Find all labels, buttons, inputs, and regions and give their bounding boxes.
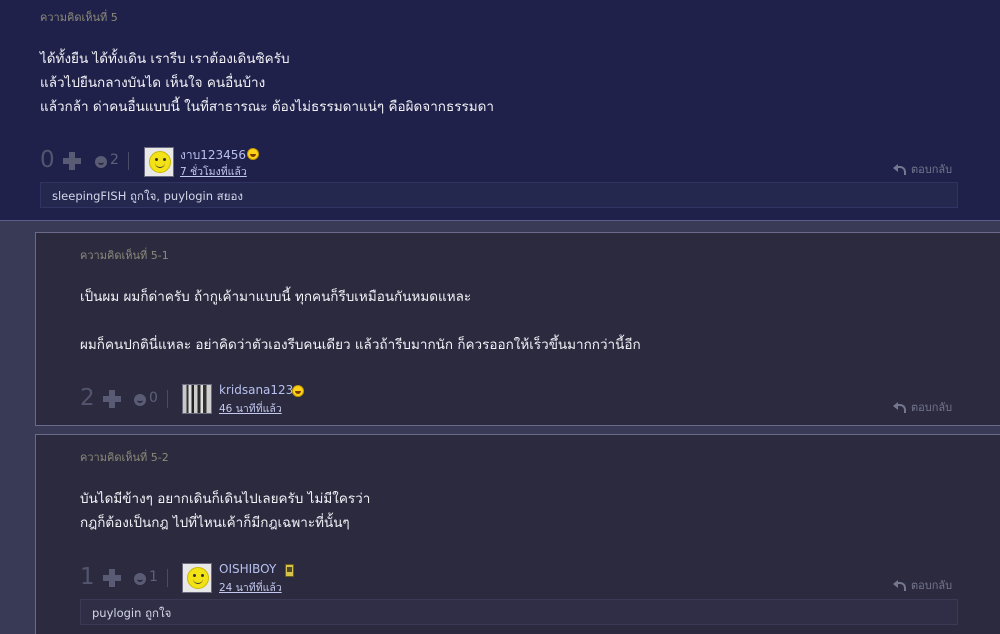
- avatar[interactable]: [182, 563, 212, 593]
- reply-arrow-icon[interactable]: [893, 163, 906, 175]
- comment-blank-line: [80, 309, 641, 333]
- avatar[interactable]: [144, 147, 174, 177]
- vote-count: 2: [80, 385, 95, 411]
- comment-line: ได้ทั้งยืน ได้ทั้งเดิน เรารีบ เราต้องเดิ…: [40, 51, 290, 67]
- timestamp-link[interactable]: 24 นาทีที่แล้ว: [219, 579, 282, 596]
- comment-5-1: ความคิดเห็นที่ 5-1 เป็นผม ผมก็ด่าครับ ถ้…: [35, 232, 1000, 426]
- comment-5-2: ความคิดเห็นที่ 5-2 บันไดมีข้างๆ อยากเดิน…: [35, 434, 1000, 634]
- plus-icon[interactable]: [103, 569, 121, 587]
- avatar[interactable]: [182, 384, 212, 414]
- reply-button[interactable]: ตอบกลับ: [911, 576, 952, 594]
- smiley-avatar-icon: [149, 151, 171, 173]
- comment-line: กฎก็ต้องเป็นกฎ ไปที่ไหนเค้าก็มีกฎเฉพาะที…: [80, 515, 350, 531]
- comment-line: ผมก็คนปกตินี่แหละ อย่าคิดว่าตัวเองรีบคนเ…: [80, 337, 641, 353]
- emotion-count: 0: [149, 390, 158, 406]
- divider: [167, 390, 168, 408]
- mobile-badge-icon: [285, 564, 294, 577]
- comment-body: เป็นผม ผมก็ด่าครับ ถ้ากูเค้ามาแบบนี้ ทุก…: [80, 285, 641, 357]
- divider: [167, 569, 168, 587]
- comment-5: ความคิดเห็นที่ 5 ได้ทั้งยืน ได้ทั้งเดิน …: [0, 0, 1000, 221]
- vote-count: 0: [40, 147, 55, 173]
- likes-box: sleepingFISH ถูกใจ, puylogin สยอง: [40, 182, 958, 208]
- laugh-badge-icon: [292, 385, 304, 397]
- emotion-icon[interactable]: [134, 394, 146, 406]
- plus-icon[interactable]: [63, 152, 81, 170]
- smiley-avatar-icon: [187, 567, 209, 589]
- reply-button[interactable]: ตอบกลับ: [911, 160, 952, 178]
- likes-box: puylogin ถูกใจ: [80, 599, 958, 625]
- reply-button[interactable]: ตอบกลับ: [911, 398, 952, 416]
- comment-line: แล้วไปยืนกลางบันได เห็นใจ คนอื่นบ้าง: [40, 75, 266, 91]
- comment-header: ความคิดเห็นที่ 5: [40, 11, 118, 24]
- emotion-icon[interactable]: [95, 156, 107, 168]
- timestamp-link[interactable]: 7 ชั่วโมงที่แล้ว: [180, 163, 247, 180]
- plus-icon[interactable]: [103, 390, 121, 408]
- vote-count: 1: [80, 564, 95, 590]
- comment-line: บันไดมีข้างๆ อยากเดินก็เดินไปเลยครับ ไม่…: [80, 491, 371, 507]
- reply-arrow-icon[interactable]: [893, 401, 906, 413]
- comment-header: ความคิดเห็นที่ 5-2: [80, 451, 169, 464]
- comment-header: ความคิดเห็นที่ 5-1: [80, 249, 169, 262]
- username-link[interactable]: OISHIBOY: [219, 562, 276, 576]
- comment-body: ได้ทั้งยืน ได้ทั้งเดิน เรารีบ เราต้องเดิ…: [40, 47, 494, 119]
- comment-body: บันไดมีข้างๆ อยากเดินก็เดินไปเลยครับ ไม่…: [80, 487, 370, 535]
- laugh-badge-icon: [247, 148, 259, 160]
- comment-line: แล้วกล้า ด่าคนอื่นแบบนี้ ในที่สาธารณะ ต้…: [40, 99, 494, 115]
- comment-line: เป็นผม ผมก็ด่าครับ ถ้ากูเค้ามาแบบนี้ ทุก…: [80, 289, 472, 305]
- username-link[interactable]: kridsana123: [219, 383, 293, 397]
- emotion-count: 1: [149, 569, 158, 585]
- reply-arrow-icon[interactable]: [893, 579, 906, 591]
- timestamp-link[interactable]: 46 นาทีที่แล้ว: [219, 400, 282, 417]
- divider: [128, 152, 129, 170]
- emotion-icon[interactable]: [134, 573, 146, 585]
- emotion-count: 2: [110, 152, 119, 168]
